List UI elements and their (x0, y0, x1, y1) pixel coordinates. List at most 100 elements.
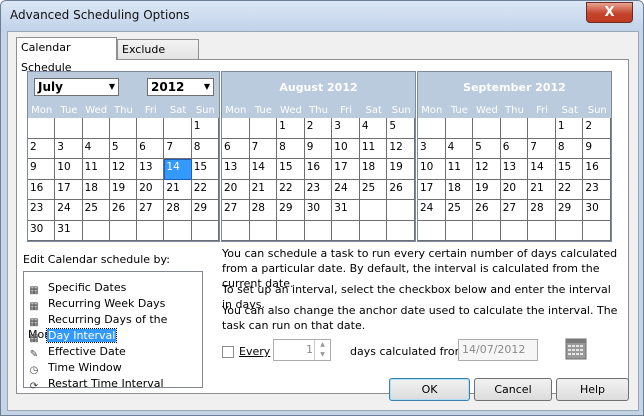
day-cell[interactable]: 17 (55, 179, 83, 200)
day-cell[interactable]: 2 (304, 118, 333, 139)
day-cell[interactable]: 5 (387, 118, 415, 139)
day-cell[interactable]: 14 (249, 159, 278, 180)
tab-exclude-dates[interactable]: Exclude Dates (117, 39, 199, 76)
day-cell[interactable]: 25 (82, 200, 110, 221)
day-cell[interactable]: 3 (332, 118, 360, 139)
day-cell[interactable]: 16 (28, 179, 56, 200)
day-cell[interactable]: 17 (418, 179, 446, 200)
day-cell[interactable]: 1 (191, 118, 219, 139)
day-cell[interactable]: 9 (304, 138, 333, 159)
day-cell[interactable]: 24 (332, 179, 360, 200)
close-button[interactable]: X (586, 2, 633, 23)
day-cell[interactable]: 9 (583, 138, 611, 159)
day-cell[interactable]: 30 (583, 200, 611, 221)
day-cell[interactable]: 5 (109, 138, 138, 159)
day-cell[interactable]: 16 (583, 159, 611, 180)
day-cell[interactable]: 19 (387, 159, 415, 180)
day-cell[interactable]: 29 (555, 200, 584, 221)
help-button[interactable]: Help (556, 378, 629, 401)
day-cell[interactable]: 11 (82, 159, 110, 180)
day-cell[interactable]: 13 (500, 159, 529, 180)
interval-days-stepper[interactable]: 1 ▲ ▼ (273, 339, 331, 361)
schedule-type-item[interactable]: ⟳ Restart Time Interval (28, 376, 165, 392)
day-cell[interactable]: 15 (191, 159, 219, 180)
day-cell[interactable]: 27 (137, 200, 165, 221)
day-cell[interactable]: 10 (332, 138, 360, 159)
day-cell[interactable]: 10 (418, 159, 446, 180)
day-cell[interactable]: 15 (277, 159, 305, 180)
day-cell[interactable]: 26 (473, 200, 501, 221)
day-cell[interactable]: 20 (222, 179, 250, 200)
stepper-up-icon[interactable]: ▲ (315, 340, 330, 350)
day-cell[interactable]: 1 (277, 118, 305, 139)
ok-button[interactable]: OK (389, 378, 470, 401)
schedule-type-item[interactable]: ▦ Day Interval (28, 328, 118, 344)
day-cell[interactable]: 4 (359, 118, 388, 139)
day-cell[interactable]: 22 (191, 179, 219, 200)
day-cell[interactable]: 12 (473, 159, 501, 180)
day-cell[interactable]: 22 (277, 179, 305, 200)
day-cell[interactable]: 21 (528, 179, 556, 200)
every-checkbox[interactable] (222, 346, 234, 358)
day-cell[interactable]: 8 (277, 138, 305, 159)
day-cell[interactable]: 6 (500, 138, 529, 159)
day-cell[interactable]: 6 (137, 138, 165, 159)
day-cell[interactable]: 18 (445, 179, 474, 200)
schedule-type-item[interactable]: ◷ Time Window (28, 360, 123, 376)
day-cell[interactable]: 23 (28, 200, 56, 221)
day-cell[interactable]: 13 (222, 159, 250, 180)
day-cell[interactable]: 4 (445, 138, 474, 159)
anchor-date-field[interactable]: 14/07/2012 (458, 339, 538, 361)
day-cell[interactable]: 2 (28, 138, 56, 159)
every-label[interactable]: Every (239, 345, 270, 358)
day-cell[interactable]: 10 (55, 159, 83, 180)
day-cell[interactable]: 3 (55, 138, 83, 159)
day-cell[interactable]: 16 (304, 159, 333, 180)
day-cell[interactable]: 8 (191, 138, 219, 159)
day-cell[interactable]: 6 (222, 138, 250, 159)
day-cell[interactable]: 19 (473, 179, 501, 200)
day-cell[interactable]: 12 (387, 138, 415, 159)
day-cell[interactable]: 11 (445, 159, 474, 180)
day-cell[interactable]: 31 (55, 220, 83, 241)
day-cell[interactable]: 25 (445, 200, 474, 221)
title-bar[interactable]: Advanced Scheduling Options X (1, 1, 643, 31)
day-cell[interactable]: 29 (191, 200, 219, 221)
day-cell[interactable]: 5 (473, 138, 501, 159)
day-cell[interactable]: 27 (500, 200, 529, 221)
day-cell[interactable]: 7 (249, 138, 278, 159)
day-cell[interactable]: 24 (418, 200, 446, 221)
tab-calendar-schedule[interactable]: Calendar Schedule (16, 37, 117, 74)
day-cell[interactable]: 2 (583, 118, 611, 139)
day-cell[interactable]: 26 (387, 179, 415, 200)
day-cell[interactable]: 1 (555, 118, 584, 139)
schedule-type-list[interactable]: ▦ Specific Dates ▦ Recurring Week Days ▦ Recu… (23, 271, 203, 392)
day-cell[interactable]: 7 (164, 138, 192, 159)
cancel-button[interactable]: Cancel (474, 378, 552, 401)
day-cell[interactable]: 28 (164, 200, 192, 221)
day-cell[interactable]: 14 (528, 159, 556, 180)
calendar-picker-icon[interactable] (565, 336, 587, 360)
schedule-type-item[interactable]: ▦ Specific Dates (28, 280, 127, 296)
day-cell[interactable]: 18 (359, 159, 388, 180)
day-cell[interactable]: 18 (82, 179, 110, 200)
schedule-type-item[interactable]: ▦ Recurring Days of the Month (28, 312, 202, 341)
day-cell[interactable]: 21 (249, 179, 278, 200)
day-cell[interactable]: 13 (137, 159, 165, 180)
day-cell[interactable]: 21 (164, 179, 192, 200)
day-cell[interactable]: 30 (304, 200, 333, 221)
day-cell[interactable]: 26 (109, 200, 138, 221)
day-cell-selected[interactable]: 14 (164, 159, 192, 180)
day-cell[interactable]: 12 (109, 159, 138, 180)
day-cell[interactable]: 11 (359, 138, 388, 159)
day-cell[interactable]: 8 (555, 138, 584, 159)
day-cell[interactable]: 23 (583, 179, 611, 200)
day-cell[interactable]: 7 (528, 138, 556, 159)
day-cell[interactable]: 17 (332, 159, 360, 180)
day-cell[interactable]: 23 (304, 179, 333, 200)
day-cell[interactable]: 31 (332, 200, 360, 221)
day-cell[interactable]: 22 (555, 179, 584, 200)
day-cell[interactable]: 28 (249, 200, 278, 221)
day-cell[interactable]: 25 (359, 179, 388, 200)
day-cell[interactable]: 15 (555, 159, 584, 180)
